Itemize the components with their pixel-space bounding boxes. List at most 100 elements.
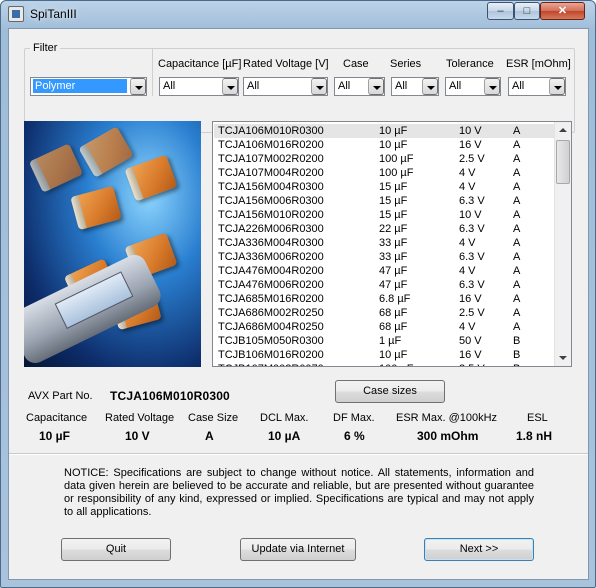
- voltage-cell: 4 V: [459, 237, 476, 249]
- case-sizes-button[interactable]: Case sizes: [335, 380, 445, 403]
- table-row[interactable]: TCJA336M004R0300 33 µF 4 V A: [214, 236, 555, 250]
- capacitance-cell: 15 µF: [379, 195, 408, 207]
- spec-value-esr-max: 300 mOhm: [417, 429, 479, 443]
- capacitance-cell: 100 µF: [379, 167, 414, 179]
- divider: [9, 453, 588, 455]
- table-row[interactable]: TCJB107M002R0070 100 µF 2.5 V B: [214, 362, 555, 366]
- type-select[interactable]: Polymer: [30, 77, 147, 96]
- table-row[interactable]: TCJA685M016R0200 6.8 µF 16 V A: [214, 292, 555, 306]
- capacitance-cell: 15 µF: [379, 181, 408, 193]
- table-row[interactable]: TCJA226M006R0300 22 µF 6.3 V A: [214, 222, 555, 236]
- capacitance-cell: 47 µF: [379, 265, 408, 277]
- case-cell: A: [513, 223, 521, 235]
- table-row[interactable]: TCJA686M004R0250 68 µF 4 V A: [214, 320, 555, 334]
- capacitance-cell: 6.8 µF: [379, 293, 411, 305]
- part-number-cell: TCJA156M004R0300: [218, 181, 324, 193]
- scroll-thumb[interactable]: [556, 140, 570, 184]
- case-label: Case: [343, 58, 369, 70]
- chevron-down-icon[interactable]: [311, 78, 327, 95]
- table-row[interactable]: TCJB105M050R0300 1 µF 50 V B: [214, 334, 555, 348]
- case-cell: A: [513, 251, 521, 263]
- maximize-button[interactable]: □: [514, 2, 540, 20]
- case-cell: A: [513, 237, 521, 249]
- series-select-value: All: [395, 80, 408, 92]
- capacitance-cell: 10 µF: [379, 139, 408, 151]
- capacitor-chip: [70, 185, 122, 231]
- table-row[interactable]: TCJB106M016R0200 10 µF 16 V B: [214, 348, 555, 362]
- table-row[interactable]: TCJA107M004R0200 100 µF 4 V A: [214, 166, 555, 180]
- filter-legend: Filter: [30, 42, 61, 54]
- rated-voltage-select[interactable]: All: [243, 77, 328, 96]
- table-row[interactable]: TCJA336M006R0200 33 µF 6.3 V A: [214, 250, 555, 264]
- voltage-cell: 6.3 V: [459, 223, 485, 235]
- spec-label-rated-voltage: Rated Voltage: [105, 412, 175, 424]
- case-cell: B: [513, 362, 520, 366]
- part-number-cell: TCJA106M010R0300: [218, 125, 324, 137]
- capacitance-cell: 100 µF: [379, 153, 414, 165]
- spec-value-dcl-max: 10 µA: [268, 429, 301, 443]
- tolerance-label: Tolerance: [446, 58, 494, 70]
- part-number-cell: TCJA107M002R0200: [218, 153, 324, 165]
- capacitance-cell: 47 µF: [379, 279, 408, 291]
- chevron-down-icon[interactable]: [222, 78, 238, 95]
- voltage-cell: 16 V: [459, 349, 482, 361]
- esr-select[interactable]: All: [508, 77, 566, 96]
- part-number-cell: TCJB107M002R0070: [218, 362, 324, 366]
- capacitance-cell: 100 µF: [379, 362, 413, 366]
- voltage-cell: 16 V: [459, 139, 482, 151]
- capacitance-cell: 33 µF: [379, 237, 408, 249]
- tolerance-select[interactable]: All: [445, 77, 501, 96]
- series-select[interactable]: All: [391, 77, 439, 96]
- table-row[interactable]: TCJA106M010R0300 10 µF 10 V A: [214, 124, 555, 138]
- vertical-scrollbar[interactable]: [554, 122, 571, 366]
- chevron-down-icon[interactable]: [130, 78, 146, 95]
- window-title: SpiTanIII: [30, 7, 77, 21]
- voltage-cell: 50 V: [459, 335, 482, 347]
- avx-part-value: TCJA106M010R0300: [110, 389, 230, 403]
- capacitance-select[interactable]: All: [159, 77, 239, 96]
- capacitor-chip: [28, 143, 84, 193]
- capacitance-cell: 68 µF: [379, 307, 408, 319]
- close-button[interactable]: ✕: [540, 2, 585, 20]
- capacitance-cell: 10 µF: [379, 349, 408, 361]
- table-row[interactable]: TCJA476M004R0200 47 µF 4 V A: [214, 264, 555, 278]
- table-row[interactable]: TCJA107M002R0200 100 µF 2.5 V A: [214, 152, 555, 166]
- table-row[interactable]: TCJA156M004R0300 15 µF 4 V A: [214, 180, 555, 194]
- chevron-down-icon[interactable]: [549, 78, 565, 95]
- table-row[interactable]: TCJA106M016R0200 10 µF 16 V A: [214, 138, 555, 152]
- voltage-cell: 10 V: [459, 209, 482, 221]
- spec-label-case-size: Case Size: [188, 412, 239, 424]
- minimize-button[interactable]: –: [487, 2, 514, 20]
- capacitance-cell: 22 µF: [379, 223, 408, 235]
- part-number-cell: TCJA156M006R0300: [218, 195, 324, 207]
- table-row[interactable]: TCJA156M010R0200 15 µF 10 V A: [214, 208, 555, 222]
- product-image: [24, 121, 201, 367]
- rated-voltage-select-value: All: [247, 80, 260, 92]
- scroll-up-icon[interactable]: [555, 122, 571, 139]
- case-cell: A: [513, 307, 521, 319]
- part-list[interactable]: TCJA106M010R0300 10 µF 10 V A TCJA106M016R02…: [212, 121, 572, 367]
- part-number-cell: TCJB106M016R0200: [218, 349, 324, 361]
- case-cell: A: [513, 195, 521, 207]
- next-button[interactable]: Next >>: [424, 538, 534, 561]
- title-bar[interactable]: SpiTanIII – □ ✕: [1, 1, 595, 27]
- spec-value-df-max: 6 %: [344, 429, 365, 443]
- case-select[interactable]: All: [334, 77, 385, 96]
- notice-text: NOTICE: Specifications are subject to ch…: [64, 467, 534, 518]
- table-row[interactable]: TCJA686M002R0250 68 µF 2.5 V A: [214, 306, 555, 320]
- chevron-down-icon[interactable]: [368, 78, 384, 95]
- part-number-cell: TCJA685M016R0200: [218, 293, 324, 305]
- update-via-internet-button[interactable]: Update via Internet: [240, 538, 356, 561]
- table-row[interactable]: TCJA156M006R0300 15 µF 6.3 V A: [214, 194, 555, 208]
- chevron-down-icon[interactable]: [484, 78, 500, 95]
- rated-voltage-label: Rated Voltage [V]: [243, 58, 329, 70]
- capacitance-cell: 15 µF: [379, 209, 408, 221]
- spec-label-dcl-max: DCL Max.: [260, 412, 309, 424]
- part-number-cell: TCJA476M006R0200: [218, 279, 324, 291]
- table-row[interactable]: TCJA476M006R0200 47 µF 6.3 V A: [214, 278, 555, 292]
- quit-button[interactable]: Quit: [61, 538, 171, 561]
- filter-separator: [152, 49, 153, 96]
- scroll-down-icon[interactable]: [555, 349, 571, 366]
- chevron-down-icon[interactable]: [422, 78, 438, 95]
- app-icon: [8, 6, 24, 22]
